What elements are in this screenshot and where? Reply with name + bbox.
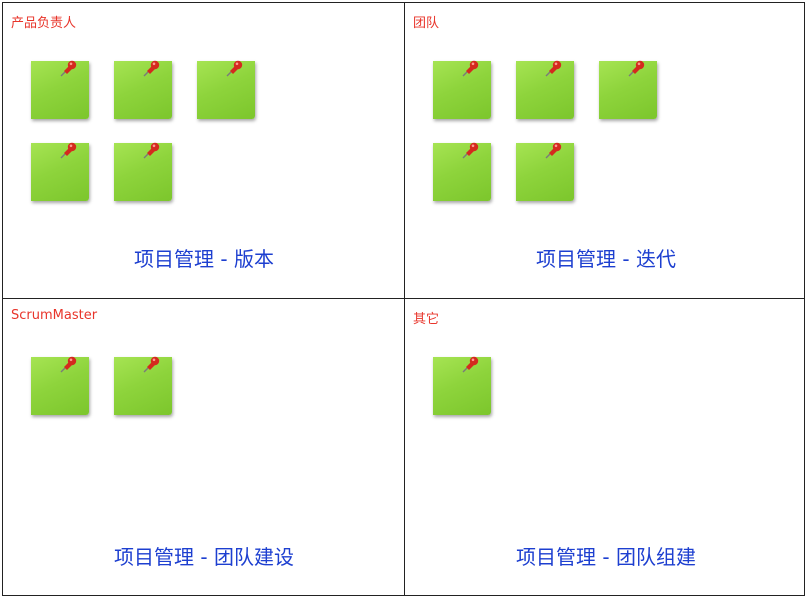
push-pin-icon (143, 356, 160, 373)
sticky-note-icon (516, 59, 574, 119)
push-pin-icon (462, 60, 479, 77)
sticky-note-icon (516, 141, 574, 201)
sticky-note-icon (31, 59, 89, 119)
quadrant-label: ScrumMaster (11, 308, 98, 323)
push-pin-icon (60, 356, 77, 373)
push-pin-icon (628, 60, 645, 77)
sticky-note-icon (31, 141, 89, 201)
push-pin-icon (462, 356, 479, 373)
sticky-note-icon (433, 355, 491, 415)
push-pin-icon (226, 60, 243, 77)
push-pin-icon (462, 142, 479, 159)
quadrant-caption: 项目管理 - 团队建设 (114, 545, 294, 569)
quadrant-label: 团队 (413, 16, 440, 31)
push-pin-icon (143, 142, 160, 159)
push-pin-icon (545, 142, 562, 159)
quadrant-product-owner: 产品负责人 项目管理 - 版本 (3, 3, 405, 299)
quadrant-caption: 项目管理 - 迭代 (536, 247, 676, 271)
quadrant-caption: 项目管理 - 团队组建 (516, 545, 696, 569)
push-pin-icon (143, 60, 160, 77)
sticky-note-icon (114, 59, 172, 119)
sticky-note-icon (114, 355, 172, 415)
quadrant-scrum-master: ScrumMaster 项目管理 - 团队建设 (3, 299, 405, 595)
push-pin-icon (60, 60, 77, 77)
sticky-note-icon (197, 59, 255, 119)
quadrant-label: 产品负责人 (11, 16, 77, 31)
sticky-note-icon (599, 59, 657, 119)
quadrant-label: 其它 (413, 312, 440, 327)
quadrant-team: 团队 项目管理 - 迭代 (405, 3, 807, 299)
push-pin-icon (60, 142, 77, 159)
sticky-note-icon (433, 141, 491, 201)
push-pin-icon (545, 60, 562, 77)
quadrant-caption: 项目管理 - 版本 (134, 247, 274, 271)
sticky-note-icon (114, 141, 172, 201)
quadrant-other: 其它 项目管理 - 团队组建 (405, 299, 807, 595)
sticky-note-icon (31, 355, 89, 415)
sticky-note-icon (433, 59, 491, 119)
